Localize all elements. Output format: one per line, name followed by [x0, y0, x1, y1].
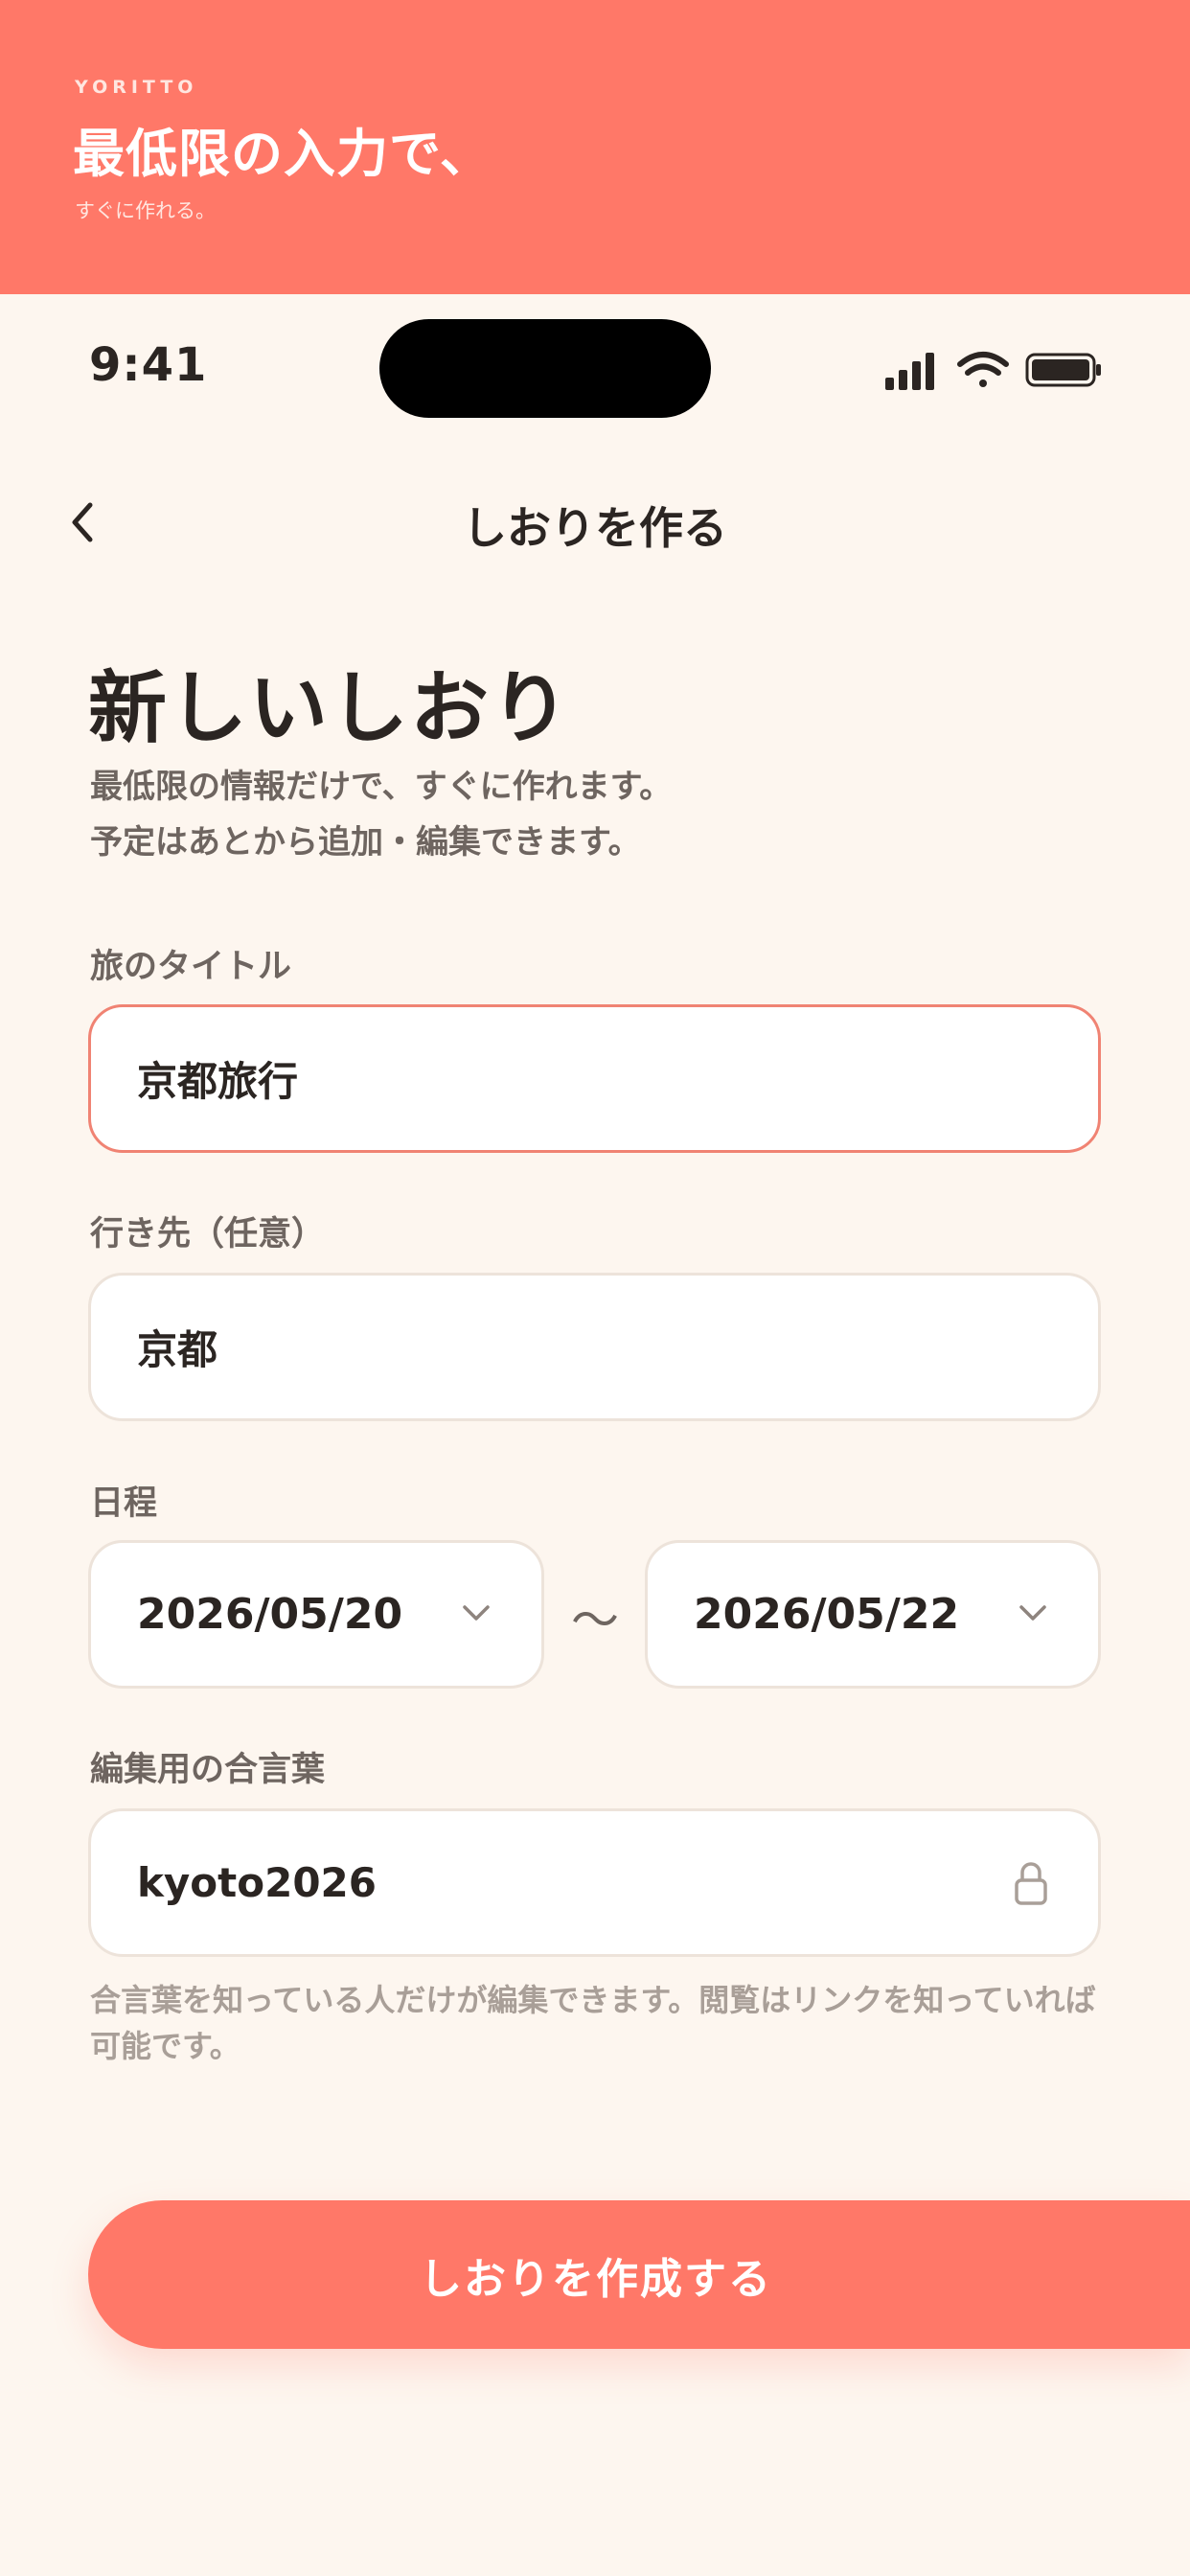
schedule-label: 日程: [90, 1484, 158, 1523]
page-title: 新しいしおり: [88, 663, 572, 754]
passphrase-value: kyoto2026: [137, 1859, 377, 1906]
nav-title: しおりを作る: [463, 502, 727, 554]
destination-value: 京都: [137, 1326, 218, 1373]
end-date-select[interactable]: 2026/05/22: [645, 1540, 1101, 1689]
cellular-signal-icon: [885, 353, 934, 390]
promo-banner: YORITTO 最低限の入力で、 すぐに作れる。: [0, 0, 1190, 294]
start-date-select[interactable]: 2026/05/20: [88, 1540, 544, 1689]
chevron-down-icon: [1019, 1605, 1046, 1621]
wifi-icon: [957, 352, 1009, 387]
description-line: 予定はあとから追加・編集できます。: [90, 823, 641, 862]
brand-label: YORITTO: [75, 77, 198, 98]
destination-label: 行き先（任意）: [90, 1215, 326, 1254]
destination-input[interactable]: 京都: [88, 1273, 1101, 1421]
create-itinerary-button[interactable]: しおりを作成する: [88, 2200, 1190, 2349]
status-icons: [883, 347, 1102, 393]
page-description: 最低限の情報だけで、すぐに作れます。 予定はあとから追加・編集できます。: [90, 759, 672, 870]
create-itinerary-label: しおりを作成する: [420, 2254, 772, 2304]
trip-title-label: 旅のタイトル: [90, 948, 292, 986]
banner-title: 最低限の入力で、: [73, 124, 492, 184]
trip-title-input[interactable]: 京都旅行: [88, 1004, 1101, 1153]
passphrase-help-text: 合言葉を知っている人だけが編集できます。閲覧はリンクを知っていれば可能です。: [90, 1982, 1096, 2064]
date-separator: 〜: [571, 1593, 619, 1648]
trip-title-value: 京都旅行: [137, 1058, 299, 1105]
battery-icon: [1025, 353, 1101, 387]
start-date-value: 2026/05/20: [137, 1590, 403, 1639]
status-time: 9:41: [89, 338, 208, 392]
lock-icon: [1015, 1862, 1047, 1905]
passphrase-label: 編集用の合言葉: [90, 1751, 326, 1789]
end-date-value: 2026/05/22: [694, 1590, 960, 1639]
description-line: 最低限の情報だけで、すぐに作れます。: [90, 768, 673, 806]
banner-subtitle: すぐに作れる。: [75, 199, 216, 222]
chevron-down-icon: [463, 1605, 490, 1621]
passphrase-input[interactable]: kyoto2026: [88, 1808, 1101, 1957]
dynamic-island: [379, 319, 711, 418]
